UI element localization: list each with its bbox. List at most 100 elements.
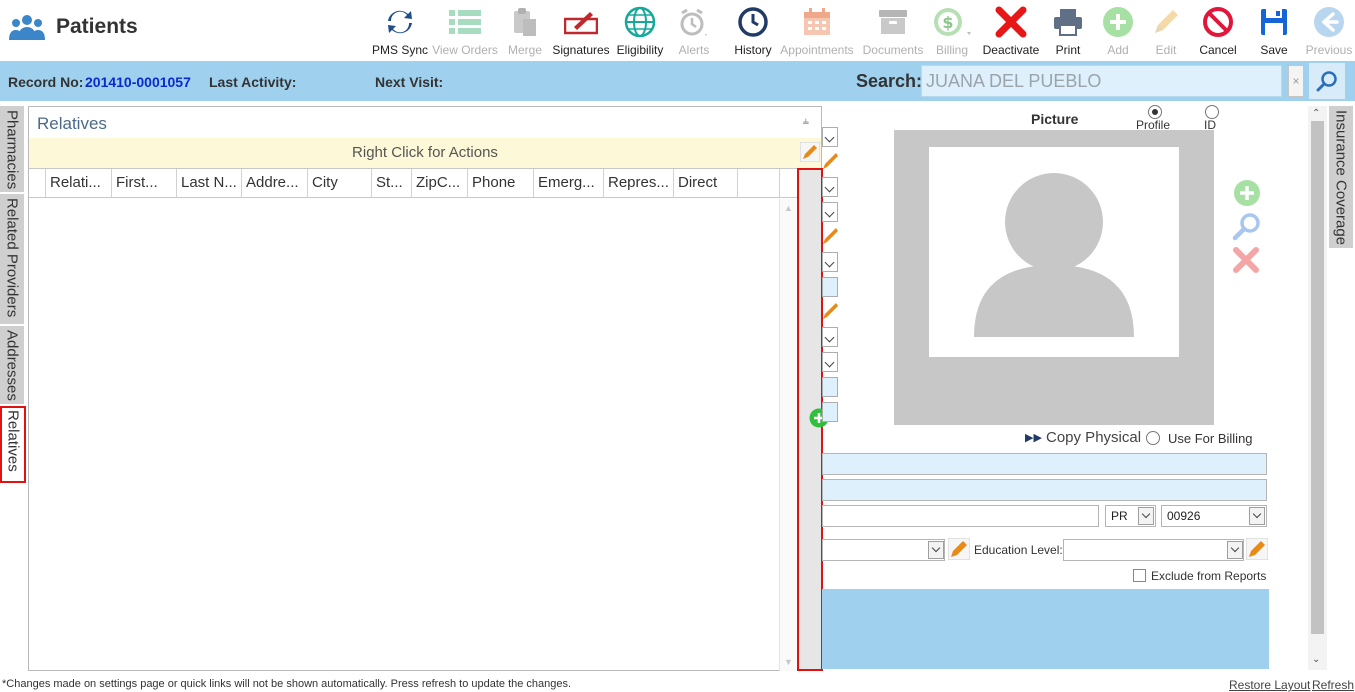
next-visit-label: Next Visit: xyxy=(375,74,444,90)
combo-fragment[interactable] xyxy=(822,252,838,272)
app-title: Patients xyxy=(8,14,138,40)
state-dropdown-button[interactable] xyxy=(1138,507,1154,525)
misc-select[interactable] xyxy=(822,539,945,561)
x-icon xyxy=(1233,247,1259,273)
grid-scrollbar[interactable]: ▲ ▼ xyxy=(779,199,797,671)
combo-fragment[interactable] xyxy=(822,352,838,372)
tab-addresses[interactable]: Addresses xyxy=(0,326,24,404)
copy-physical-icon[interactable]: ▶▶ xyxy=(1025,431,1042,444)
column-header[interactable]: Last N... xyxy=(176,169,241,197)
deactivate-button[interactable]: Deactivate xyxy=(980,2,1042,60)
column-header[interactable]: Direct xyxy=(673,169,737,197)
save-button[interactable]: Save xyxy=(1254,2,1294,60)
previous-button[interactable]: Previous xyxy=(1303,2,1355,60)
column-header[interactable]: ZipC... xyxy=(411,169,467,197)
column-header[interactable]: Addre... xyxy=(241,169,307,197)
column-header[interactable]: Emerg... xyxy=(533,169,603,197)
combo-fragment[interactable] xyxy=(822,202,838,222)
clock-icon xyxy=(738,7,768,37)
actions-edit-button[interactable] xyxy=(799,141,821,167)
column-header[interactable]: Relati... xyxy=(45,169,107,197)
add-photo-button[interactable] xyxy=(1233,179,1261,212)
actions-hint[interactable]: Right Click for Actions xyxy=(29,138,821,168)
city-input[interactable] xyxy=(822,505,1099,527)
column-header[interactable]: Phone xyxy=(467,169,533,197)
education-level-select[interactable] xyxy=(1063,539,1244,561)
eligibility-button[interactable]: Eligibility xyxy=(613,2,667,60)
relatives-grid-header: Relati... First... Last N... Addre... Ci… xyxy=(29,168,821,198)
scroll-up-icon[interactable]: ▲ xyxy=(784,203,793,213)
id-radio[interactable] xyxy=(1205,105,1219,119)
column-header[interactable]: Repres... xyxy=(603,169,673,197)
add-relative-strip[interactable] xyxy=(797,168,829,671)
history-button[interactable]: History xyxy=(731,2,775,60)
svg-text:$: $ xyxy=(942,13,953,32)
education-edit-button[interactable] xyxy=(1245,537,1269,565)
printer-icon xyxy=(1054,9,1082,36)
pencil-icon[interactable] xyxy=(822,152,838,175)
scroll-up-icon[interactable]: ⌃ xyxy=(1312,108,1320,119)
misc-edit-button[interactable] xyxy=(947,537,971,565)
field-fragment[interactable] xyxy=(822,377,838,397)
billing-button[interactable]: $ Billing xyxy=(928,2,976,60)
tab-pharmacies[interactable]: Pharmacies xyxy=(0,106,24,192)
merge-button[interactable]: Merge xyxy=(505,2,545,60)
scroll-down-icon[interactable]: ⌄ xyxy=(1312,654,1320,665)
search-icon xyxy=(1316,71,1337,92)
column-header[interactable]: First... xyxy=(111,169,176,197)
education-dropdown-button[interactable] xyxy=(1227,541,1243,559)
tab-relatives[interactable]: Relatives xyxy=(0,406,26,483)
cancel-button[interactable]: Cancel xyxy=(1196,2,1240,60)
add-button[interactable]: Add xyxy=(1098,2,1138,60)
field-fragment[interactable] xyxy=(822,402,838,422)
delete-photo-button[interactable] xyxy=(1232,246,1260,279)
exclude-reports-label: Exclude from Reports xyxy=(1151,569,1267,583)
scroll-down-icon[interactable]: ▼ xyxy=(784,657,793,667)
view-orders-button[interactable]: View Orders xyxy=(431,2,499,60)
form-scrollbar-thumb[interactable] xyxy=(1311,121,1324,634)
field-fragment[interactable] xyxy=(822,277,838,297)
plus-circle-icon xyxy=(1234,180,1260,206)
exclude-reports-checkbox[interactable] xyxy=(1133,569,1146,582)
print-button[interactable]: Print xyxy=(1048,2,1088,60)
prohibited-icon xyxy=(1203,7,1233,37)
floppy-disk-icon xyxy=(1261,9,1287,35)
pin-icon[interactable]: ⫨ xyxy=(803,115,809,128)
tab-insurance-coverage[interactable]: Insurance Coverage xyxy=(1329,106,1353,248)
notes-area[interactable] xyxy=(822,589,1269,669)
plus-circle-icon xyxy=(1103,7,1133,37)
misc-dropdown-button[interactable] xyxy=(928,541,944,559)
search-clear-button[interactable]: × xyxy=(1288,65,1304,97)
zoom-photo-button[interactable] xyxy=(1232,211,1262,246)
last-activity-label: Last Activity: xyxy=(209,74,297,90)
tab-related-providers[interactable]: Related Providers xyxy=(0,194,24,324)
address-line-2-input[interactable] xyxy=(822,479,1267,501)
search-input[interactable] xyxy=(921,65,1282,97)
use-for-billing-radio[interactable] xyxy=(1146,431,1160,445)
combo-fragment[interactable] xyxy=(822,327,838,347)
documents-button[interactable]: Documents xyxy=(861,2,925,60)
address-line-1-input[interactable] xyxy=(822,453,1267,475)
record-no-value[interactable]: 201410-0001057 xyxy=(85,74,191,90)
appointments-button[interactable]: Appointments xyxy=(779,2,855,60)
restore-layout-link[interactable]: Restore Layout xyxy=(1229,678,1310,692)
alerts-button[interactable]: Alerts xyxy=(672,2,716,60)
pencil-icon xyxy=(1245,537,1269,561)
combo-fragment[interactable] xyxy=(822,127,838,147)
copy-physical-link[interactable]: Copy Physical xyxy=(1046,429,1141,446)
column-header[interactable]: St... xyxy=(371,169,411,197)
pencil-icon[interactable] xyxy=(822,227,838,250)
profile-radio[interactable] xyxy=(1148,105,1162,119)
calendar-icon xyxy=(804,8,830,35)
relatives-panel-title: Relatives xyxy=(37,114,107,133)
edit-button[interactable]: Edit xyxy=(1146,2,1186,60)
search-button[interactable] xyxy=(1309,63,1345,99)
pencil-icon[interactable] xyxy=(822,302,838,325)
refresh-link[interactable]: Refresh xyxy=(1312,678,1354,692)
pms-sync-button[interactable]: PMS Sync xyxy=(372,2,428,60)
zip-dropdown-button[interactable] xyxy=(1249,507,1265,525)
signatures-button[interactable]: Signatures xyxy=(551,2,611,60)
x-icon xyxy=(995,6,1027,38)
combo-fragment[interactable] xyxy=(822,177,838,197)
column-header[interactable]: City xyxy=(307,169,371,197)
